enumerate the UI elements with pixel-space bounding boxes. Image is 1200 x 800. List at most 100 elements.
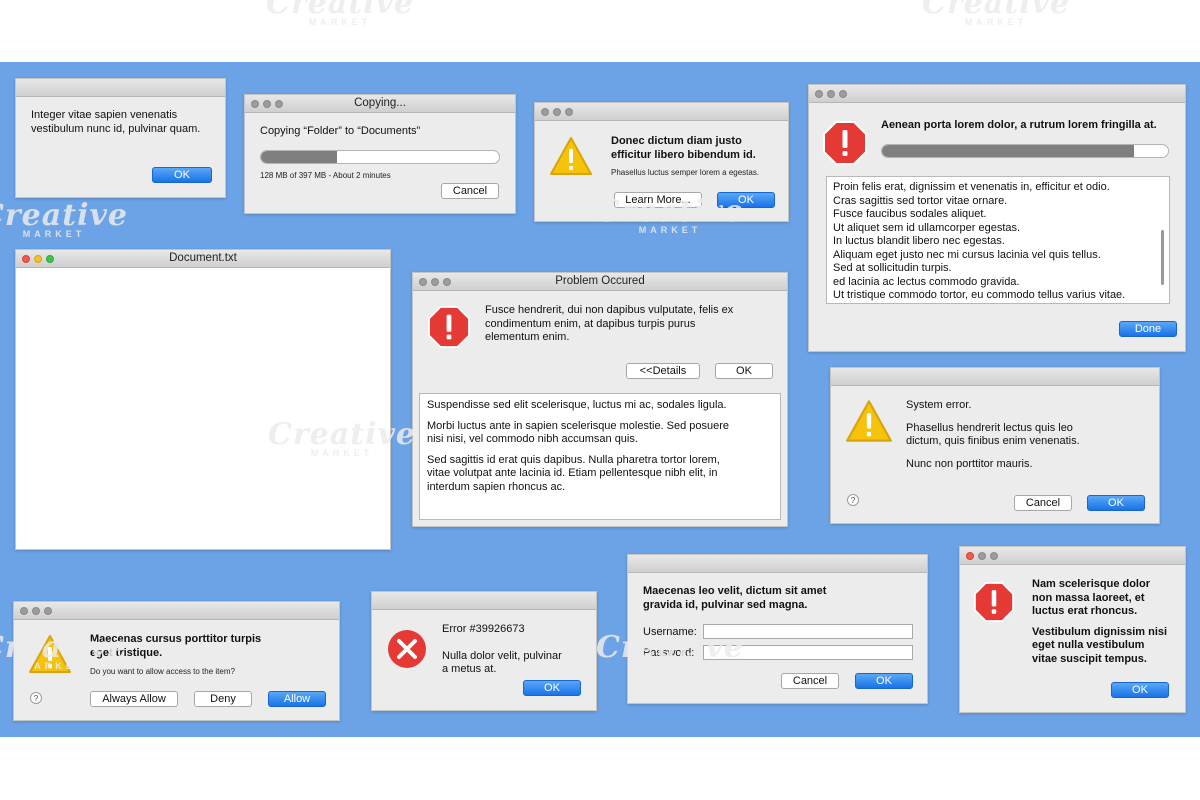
error-code: Error #39926673: [442, 623, 525, 635]
ok-button[interactable]: OK: [1087, 495, 1145, 511]
titlebar[interactable]: [960, 547, 1185, 565]
minimize-dot[interactable]: [553, 108, 561, 116]
minimize-dot[interactable]: [32, 607, 40, 615]
copy-message: Copying “Folder” to “Documents”: [260, 125, 421, 137]
zoom-dot[interactable]: [990, 552, 998, 560]
watermark-top-left: Creative MARKET: [266, 0, 414, 27]
message-line-1: Nam scelerisque dolor: [1032, 578, 1150, 590]
problem-dialog: Problem Occured Fusce hendrerit, dui non…: [412, 272, 788, 527]
detail-text: Phasellus luctus semper lorem a egestas.: [611, 168, 760, 177]
message-line-2: vestibulum nunc id, pulvinar quam.: [31, 122, 201, 135]
details-paragraph-3c: interdum sapien rhoncus ac.: [427, 480, 566, 493]
close-dot[interactable]: [20, 607, 28, 615]
details-panel[interactable]: Suspendisse sed elit scelerisque, luctus…: [419, 393, 781, 520]
log-line: Proin felis erat, dignissim et venenatis…: [833, 181, 1110, 193]
background-canvas: Integer vitae sapien venenatis vestibulu…: [0, 62, 1200, 737]
watermark-text: Creative: [268, 417, 416, 452]
log-line: Ut aliquet sem id ullamcorper egestas.: [833, 221, 1021, 234]
ok-button[interactable]: OK: [1111, 682, 1169, 698]
titlebar[interactable]: [535, 103, 788, 121]
titlebar[interactable]: [372, 592, 596, 610]
message-line-4: Vestibulum dignissim nisi: [1032, 625, 1168, 638]
titlebar[interactable]: Copying...: [245, 95, 515, 113]
warning-icon: [549, 136, 593, 176]
ok-button[interactable]: OK: [715, 363, 773, 379]
help-button[interactable]: ?: [30, 692, 42, 704]
watermark-text: Creative: [0, 630, 128, 665]
deny-button[interactable]: Deny: [194, 691, 252, 707]
close-dot[interactable]: [966, 552, 974, 560]
close-dot[interactable]: [541, 108, 549, 116]
log-line: Sed at sollicitudin turpis.: [833, 262, 952, 274]
log-text-panel[interactable]: Proin felis erat, dignissim et venenatis…: [826, 176, 1170, 304]
window-title: Document.txt: [169, 252, 237, 264]
message-line-2: efficitur libero bibendum id.: [611, 148, 756, 161]
details-paragraph-3a: Sed sagittis id erat quis dapibus. Nulla…: [427, 453, 720, 466]
message-line-1: Nulla dolor velit, pulvinar: [442, 649, 562, 662]
details-paragraph-1: Suspendisse sed elit scelerisque, luctus…: [427, 399, 727, 411]
watermark-left: CreativeMARKET: [0, 198, 128, 239]
message-line-1: Donec dictum diam justo: [611, 135, 742, 147]
error-heading: System error.: [906, 399, 972, 411]
system-error-dialog: System error. Phasellus hendrerit lectus…: [830, 367, 1160, 524]
zoom-dot[interactable]: [565, 108, 573, 116]
scrollbar[interactable]: [1161, 230, 1164, 285]
minimize-dot[interactable]: [978, 552, 986, 560]
error-x-icon: [387, 629, 427, 669]
details-button[interactable]: <<Details: [626, 363, 700, 379]
zoom-dot[interactable]: [44, 607, 52, 615]
progress-bar: [260, 150, 500, 164]
close-dot[interactable]: [815, 90, 823, 98]
document-body[interactable]: [16, 269, 390, 549]
details-paragraph-2b: nisi nisi, vel commodo nibh accumsan qui…: [427, 433, 638, 445]
watermark-upper-mid: Creative MARKET: [596, 194, 744, 235]
watermark-lower-left: CreativeMARKET: [0, 630, 128, 671]
watermark-lower-mid: Creative MARKET: [596, 630, 744, 671]
cancel-button[interactable]: Cancel: [441, 183, 499, 199]
titlebar[interactable]: Problem Occured: [413, 273, 787, 291]
titlebar[interactable]: [14, 602, 339, 620]
progress-bar: [881, 144, 1169, 158]
error-icon: [974, 582, 1014, 622]
message-line-3: luctus erat rhoncus.: [1032, 605, 1138, 617]
titlebar[interactable]: [628, 555, 927, 573]
done-button[interactable]: Done: [1119, 321, 1177, 337]
log-line: In luctus blandit libero nec egestas.: [833, 235, 1005, 247]
cancel-button[interactable]: Cancel: [781, 673, 839, 689]
watermark-center: Creative MARKET: [268, 417, 416, 458]
log-line: Fusce faucibus sodales aliquet.: [833, 208, 987, 220]
ok-button[interactable]: OK: [855, 673, 913, 689]
message-line-2: a metus at.: [442, 663, 497, 675]
message-line-2: condimentum enim, at dapibus turpis puru…: [485, 317, 696, 330]
message-line-2: gravida id, pulvinar sed magna.: [643, 598, 808, 611]
simple-alert-dialog: Integer vitae sapien venenatis vestibulu…: [15, 78, 226, 198]
log-line: Aliquam eget justo nec mi cursus lacinia…: [833, 248, 1101, 261]
window-title: Problem Occured: [555, 275, 645, 287]
log-line: Ut tristique commodo tortor, eu commodo …: [833, 289, 1126, 301]
message-line-1: Maecenas leo velit, dictum sit amet: [643, 585, 827, 597]
dialog-title: Aenean porta lorem dolor, a rutrum lorem…: [881, 119, 1157, 131]
watermark-text: Creative: [596, 194, 744, 229]
titlebar[interactable]: [831, 368, 1159, 386]
log-line: Cras sagittis sed tortor vitae ornare.: [833, 194, 1008, 207]
minimize-dot[interactable]: [827, 90, 835, 98]
error-icon: [428, 306, 470, 348]
titlebar[interactable]: [16, 79, 225, 97]
error-info-dialog: Nam scelerisque dolor non massa laoreet,…: [959, 546, 1186, 713]
message-line-1: Fusce hendrerit, dui non dapibus vulputa…: [485, 304, 734, 316]
zoom-dot[interactable]: [839, 90, 847, 98]
titlebar[interactable]: Document.txt: [16, 250, 390, 268]
titlebar[interactable]: [809, 85, 1185, 103]
login-dialog: Maecenas leo velit, dictum sit amet grav…: [627, 554, 928, 704]
ok-button[interactable]: OK: [523, 680, 581, 696]
ok-button[interactable]: OK: [152, 167, 212, 183]
document-window: Document.txt: [15, 249, 391, 550]
message-line-1: Integer vitae sapien venenatis: [31, 109, 178, 121]
always-allow-button[interactable]: Always Allow: [90, 691, 178, 707]
help-button[interactable]: ?: [847, 494, 859, 506]
cancel-button[interactable]: Cancel: [1014, 495, 1072, 511]
allow-button[interactable]: Allow: [268, 691, 326, 707]
error-icon: [823, 121, 867, 165]
copying-dialog: Copying... Copying “Folder” to “Document…: [244, 94, 516, 214]
message-line-3: elementum enim.: [485, 331, 570, 343]
